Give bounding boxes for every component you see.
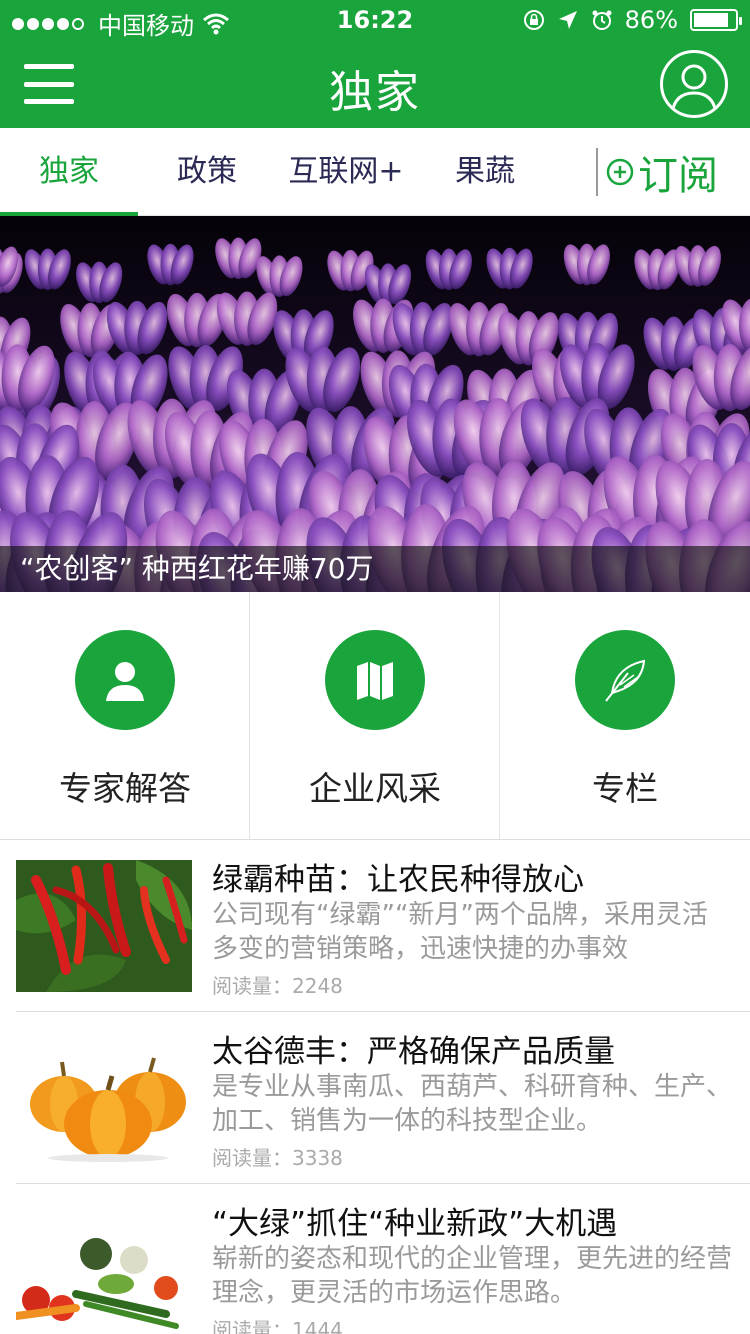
news-title: 太谷德丰：严格确保产品质量 — [212, 1034, 615, 1070]
news-item[interactable]: “大绿”抓住“种业新政”大机遇 崭新的姿态和现代的企业管理，更先进的经营理念，更… — [0, 1184, 750, 1334]
page-title: 独家 — [329, 67, 421, 118]
person-icon — [75, 630, 175, 730]
category-enterprise-showcase[interactable]: 企业风采 — [250, 592, 500, 840]
tab-policy[interactable]: 政策 — [138, 128, 276, 216]
map-icon — [325, 630, 425, 730]
top-bar: 中国移动 16:22 86% 独家 — [0, 0, 750, 128]
status-right: 86% — [523, 6, 742, 34]
subscribe-label: 订阅 — [638, 153, 718, 199]
news-list: 绿霸种苗：让农民种得放心 公司现有“绿霸”“新月”两个品牌，采用灵活多变的营销策… — [0, 840, 750, 1334]
status-bar: 中国移动 16:22 86% — [0, 0, 750, 40]
app-header: 独家 — [0, 40, 750, 128]
rotation-lock-icon — [523, 10, 544, 30]
category-label: 企业风采 — [309, 769, 441, 808]
news-item[interactable]: 绿霸种苗：让农民种得放心 公司现有“绿霸”“新月”两个品牌，采用灵活多变的营销策… — [0, 840, 750, 1012]
user-avatar-icon[interactable] — [660, 50, 728, 118]
pumpkin-image — [16, 1032, 192, 1164]
chili-pepper-image — [16, 860, 192, 992]
tab-internet-plus[interactable]: 互联网+ — [276, 128, 416, 216]
location-arrow-icon — [558, 11, 577, 29]
tab-fruits-vegetables[interactable]: 果蔬 — [416, 128, 554, 216]
category-expert-answers[interactable]: 专家解答 — [0, 592, 250, 840]
battery-fill — [694, 13, 729, 27]
news-item[interactable]: 太谷德丰：严格确保产品质量 是专业从事南瓜、西葫芦、科研育种、生产、加工、销售为… — [0, 1012, 750, 1184]
read-count: 阅读量：2248 — [212, 974, 343, 998]
read-count: 阅读量：3338 — [212, 1146, 343, 1170]
news-title: 绿霸种苗：让农民种得放心 — [212, 862, 584, 898]
news-summary: 是专业从事南瓜、西葫芦、科研育种、生产、加工、销售为一体的科技型企业。 — [212, 1072, 733, 1136]
news-title: “大绿”抓住“种业新政”大机遇 — [212, 1206, 618, 1242]
category-tabs: 独家 政策 互联网+ 果蔬 订阅 — [0, 128, 750, 216]
news-summary: 崭新的姿态和现代的企业管理，更先进的经营理念，更灵活的市场运作思路。 — [212, 1244, 733, 1308]
category-column[interactable]: 专栏 — [500, 592, 750, 840]
category-grid: 专家解答 企业风采 专栏 — [0, 592, 750, 840]
plus-circle-icon — [606, 158, 634, 186]
read-count: 阅读量：1444 — [212, 1318, 343, 1334]
subscribe-button[interactable]: 订阅 — [606, 142, 718, 202]
alarm-icon — [592, 10, 612, 30]
category-label: 专栏 — [592, 769, 658, 808]
category-label: 专家解答 — [59, 769, 191, 808]
battery-icon — [690, 9, 742, 31]
news-summary: 公司现有“绿霸”“新月”两个品牌，采用灵活多变的营销策略，迅速快捷的办事效 — [212, 900, 708, 964]
tab-exclusive[interactable]: 独家 — [0, 128, 138, 216]
featured-banner[interactable]: “农创客” 种西红花年赚70万 — [0, 216, 750, 592]
vegetables-image — [16, 1204, 192, 1334]
saffron-flowers-image — [0, 216, 750, 592]
battery-percent: 86% — [624, 6, 678, 34]
feather-icon — [575, 630, 675, 730]
tab-divider — [596, 148, 598, 196]
banner-caption: “农创客” 种西红花年赚70万 — [0, 546, 750, 592]
